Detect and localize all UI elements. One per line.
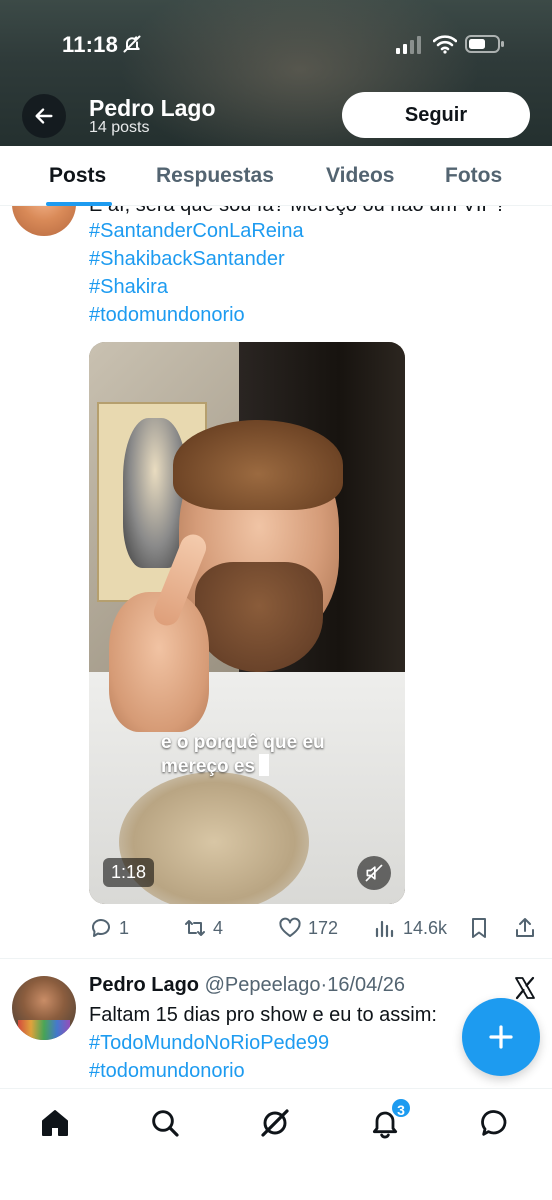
nav-home[interactable] (35, 1103, 75, 1143)
video-caption: e o porquê que eu (161, 732, 325, 753)
bell-off-icon (123, 35, 141, 53)
video-caption-line2: mereço es (161, 754, 270, 778)
tab-videos[interactable]: Videos (326, 164, 394, 188)
nav-messages[interactable] (475, 1103, 515, 1143)
hashtag-link[interactable]: #Shakira (89, 276, 168, 299)
profile-header: 11:18 Pedro Lago 14 posts Seguir (0, 0, 552, 146)
x-logo-icon (515, 976, 535, 1000)
hashtag-link[interactable]: #SantanderConLaReina (89, 220, 304, 243)
mute-button[interactable] (357, 856, 391, 890)
video-frame (195, 562, 323, 672)
battery-icon (465, 35, 504, 53)
nav-search[interactable] (145, 1103, 185, 1143)
author-handle[interactable]: @Pepeelago (205, 974, 321, 996)
bottom-nav: 3 (0, 1088, 552, 1200)
post-feed[interactable]: E aí, será que sou fã? Mereço ou não um … (0, 206, 552, 1088)
hashtag-link[interactable]: #TodoMundoNoRioPede99 (89, 1032, 329, 1055)
share-button[interactable] (513, 916, 537, 940)
caption-cursor (259, 754, 270, 776)
like-count: 172 (308, 917, 339, 938)
heart-icon (279, 917, 301, 937)
speaker-muted-icon (365, 864, 383, 882)
plus-icon (489, 1025, 513, 1049)
repost-icon (185, 920, 205, 936)
compose-button[interactable] (462, 998, 540, 1076)
video-caption-text: mereço es (161, 756, 256, 777)
hashtag-link[interactable]: #todomundonorio (89, 304, 245, 327)
avatar[interactable] (12, 976, 76, 1040)
home-icon (42, 1110, 68, 1136)
bar-chart-icon (375, 920, 394, 938)
tab-posts[interactable]: Posts (49, 164, 106, 188)
nav-grok[interactable] (255, 1103, 295, 1143)
arrow-left-icon (35, 108, 53, 124)
reply-icon (92, 919, 110, 937)
status-bar: 11:18 (0, 0, 552, 90)
posts-count: 14 posts (89, 119, 150, 136)
like-button[interactable]: 172 (278, 916, 338, 940)
grok-icon (261, 1109, 289, 1137)
post-date[interactable]: 16/04/26 (327, 974, 405, 996)
profile-name: Pedro Lago (89, 95, 216, 121)
tab-respuestas[interactable]: Respuestas (156, 164, 274, 188)
video-player[interactable]: e o porquê que eu mereço es 1:18 (89, 342, 405, 904)
wifi-icon (433, 35, 457, 54)
profile-tabs: Posts Respuestas Videos Fotos (0, 146, 552, 206)
divider (0, 958, 552, 959)
video-frame (173, 420, 343, 510)
hashtag-link[interactable]: #todomundonorio (89, 1060, 245, 1083)
post-text: Faltam 15 dias pro show e eu to assim: (89, 1004, 437, 1026)
follow-button[interactable]: Seguir (342, 92, 530, 138)
author-name[interactable]: Pedro Lago (89, 974, 199, 996)
repost-count: 4 (213, 917, 224, 938)
video-duration: 1:18 (103, 858, 155, 887)
back-button[interactable] (22, 94, 66, 138)
reply-count: 1 (119, 917, 130, 938)
bookmark-icon (472, 918, 486, 938)
message-icon (481, 1110, 507, 1136)
avatar[interactable] (12, 206, 76, 236)
post-text: E aí, será que sou fã? Mereço ou não um … (89, 206, 506, 217)
repost-button[interactable]: 4 (183, 916, 223, 940)
views-count: 14.6k (403, 917, 448, 938)
reply-button[interactable]: 1 (89, 916, 129, 940)
notification-badge: 3 (390, 1097, 412, 1119)
tab-fotos[interactable]: Fotos (445, 164, 502, 188)
post-header: Pedro Lago @Pepeelago·16/04/26 (89, 974, 405, 997)
views-button[interactable]: 14.6k (373, 916, 447, 940)
bookmark-button[interactable] (467, 916, 491, 940)
cell-signal-icon (396, 36, 421, 54)
status-time: 11:18 (62, 32, 119, 57)
post-actions: 1 4 172 14.6k (89, 916, 541, 946)
search-icon (152, 1110, 179, 1137)
hashtag-link[interactable]: #ShakibackSantander (89, 248, 285, 271)
share-icon (516, 918, 534, 937)
